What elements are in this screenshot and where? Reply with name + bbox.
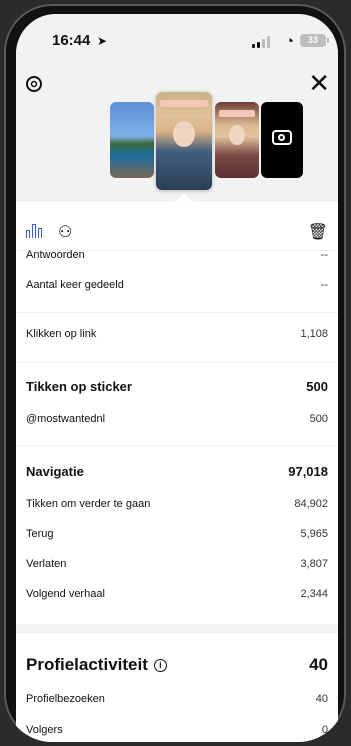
row-value: 500 (309, 413, 328, 425)
row-value: 2,344 (300, 588, 328, 600)
row-value: 500 (306, 378, 328, 394)
add-story-camera[interactable] (261, 102, 303, 178)
row-label: @mostwantednl (26, 413, 106, 425)
info-icon[interactable]: i (153, 659, 167, 672)
row-value: 5,965 (300, 528, 328, 540)
wifi-icon: ◔ (284, 33, 294, 50)
sticker-tag (160, 100, 208, 107)
row-value: 3,807 (300, 558, 328, 570)
settings-icon[interactable] (24, 74, 44, 94)
status-bar: 16:44 ➤ ◔ 33 (16, 32, 338, 54)
row-value: 1,108 (300, 328, 328, 340)
row-value: 84,902 (294, 498, 328, 510)
sticker-tag (219, 110, 255, 117)
row-label: Verlaten (26, 558, 67, 570)
row-verder: Tikken om verder te gaan 84,902 (26, 494, 328, 514)
row-label: Profielbezoeken (26, 693, 105, 705)
signal-icon (252, 36, 270, 48)
row-label: Terug (26, 528, 54, 540)
row-label: Volgend verhaal (26, 588, 105, 600)
row-value: 97,018 (288, 463, 328, 479)
trash-icon[interactable]: 🗑 (308, 222, 328, 242)
row-value: -- (320, 249, 328, 261)
row-gedeeld: Aantal keer gedeeld -- (26, 275, 328, 295)
camera-icon (272, 130, 292, 145)
row-profielbezoeken: Profielbezoeken 40 (26, 689, 328, 709)
profile-activity-header: Profielactiviteit i 40 (26, 655, 328, 675)
row-label: Tikken op sticker (26, 378, 132, 394)
story-thumbnail-pool[interactable] (110, 102, 154, 178)
row-label: Klikken op link (26, 328, 97, 340)
story-preview-header: 16:44 ➤ ◔ 33 ✕ (16, 14, 338, 211)
row-verlaten: Verlaten 3,807 (26, 554, 328, 574)
row-label: Navigatie (26, 463, 84, 479)
location-arrow-icon: ➤ (97, 34, 108, 48)
thumbnail-face (229, 124, 245, 145)
row-volgend: Volgend verhaal 2,344 (26, 584, 328, 604)
row-label: Antwoorden (26, 249, 85, 261)
divider (16, 361, 338, 362)
profile-activity-value: 40 (309, 655, 328, 674)
row-navigatie: Navigatie 97,018 (26, 461, 328, 481)
section-gap (16, 624, 338, 634)
thumbnail-face (173, 121, 195, 148)
divider (16, 312, 338, 313)
divider (16, 446, 338, 447)
row-klikken: Klikken op link 1,108 (26, 324, 328, 344)
bar-chart-icon[interactable] (26, 222, 44, 238)
row-value: 40 (315, 693, 328, 705)
selected-caret (175, 193, 193, 211)
row-value: 0 (321, 724, 328, 736)
row-antwoorden: Antwoorden -- (26, 245, 328, 265)
phone-frame: 16:44 ➤ ◔ 33 ✕ ⚇ 🗑 Antwoorden -- Aantal … (4, 4, 346, 742)
row-terug: Terug 5,965 (26, 524, 328, 544)
row-volgers: Volgers 0 (26, 720, 328, 740)
story-thumbnail-3[interactable] (215, 102, 259, 178)
row-value: -- (320, 279, 328, 291)
insights-toolbar: ⚇ 🗑 (16, 210, 338, 250)
profile-activity-label: Profielactiviteit (26, 655, 148, 674)
people-icon[interactable]: ⚇ (58, 222, 72, 242)
status-time: 16:44 (52, 32, 91, 49)
screen: 16:44 ➤ ◔ 33 ✕ ⚇ 🗑 Antwoorden -- Aantal … (16, 14, 338, 742)
close-icon[interactable]: ✕ (308, 70, 330, 96)
row-mostwanted: @mostwantednl 500 (26, 409, 328, 429)
row-label: Volgers (26, 724, 63, 736)
row-label: Aantal keer gedeeld (26, 279, 124, 291)
row-sticker: Tikken op sticker 500 (26, 376, 328, 396)
row-label: Tikken om verder te gaan (26, 498, 151, 510)
battery-indicator: 33 (300, 34, 329, 47)
story-thumbnail-selected[interactable] (156, 92, 212, 190)
